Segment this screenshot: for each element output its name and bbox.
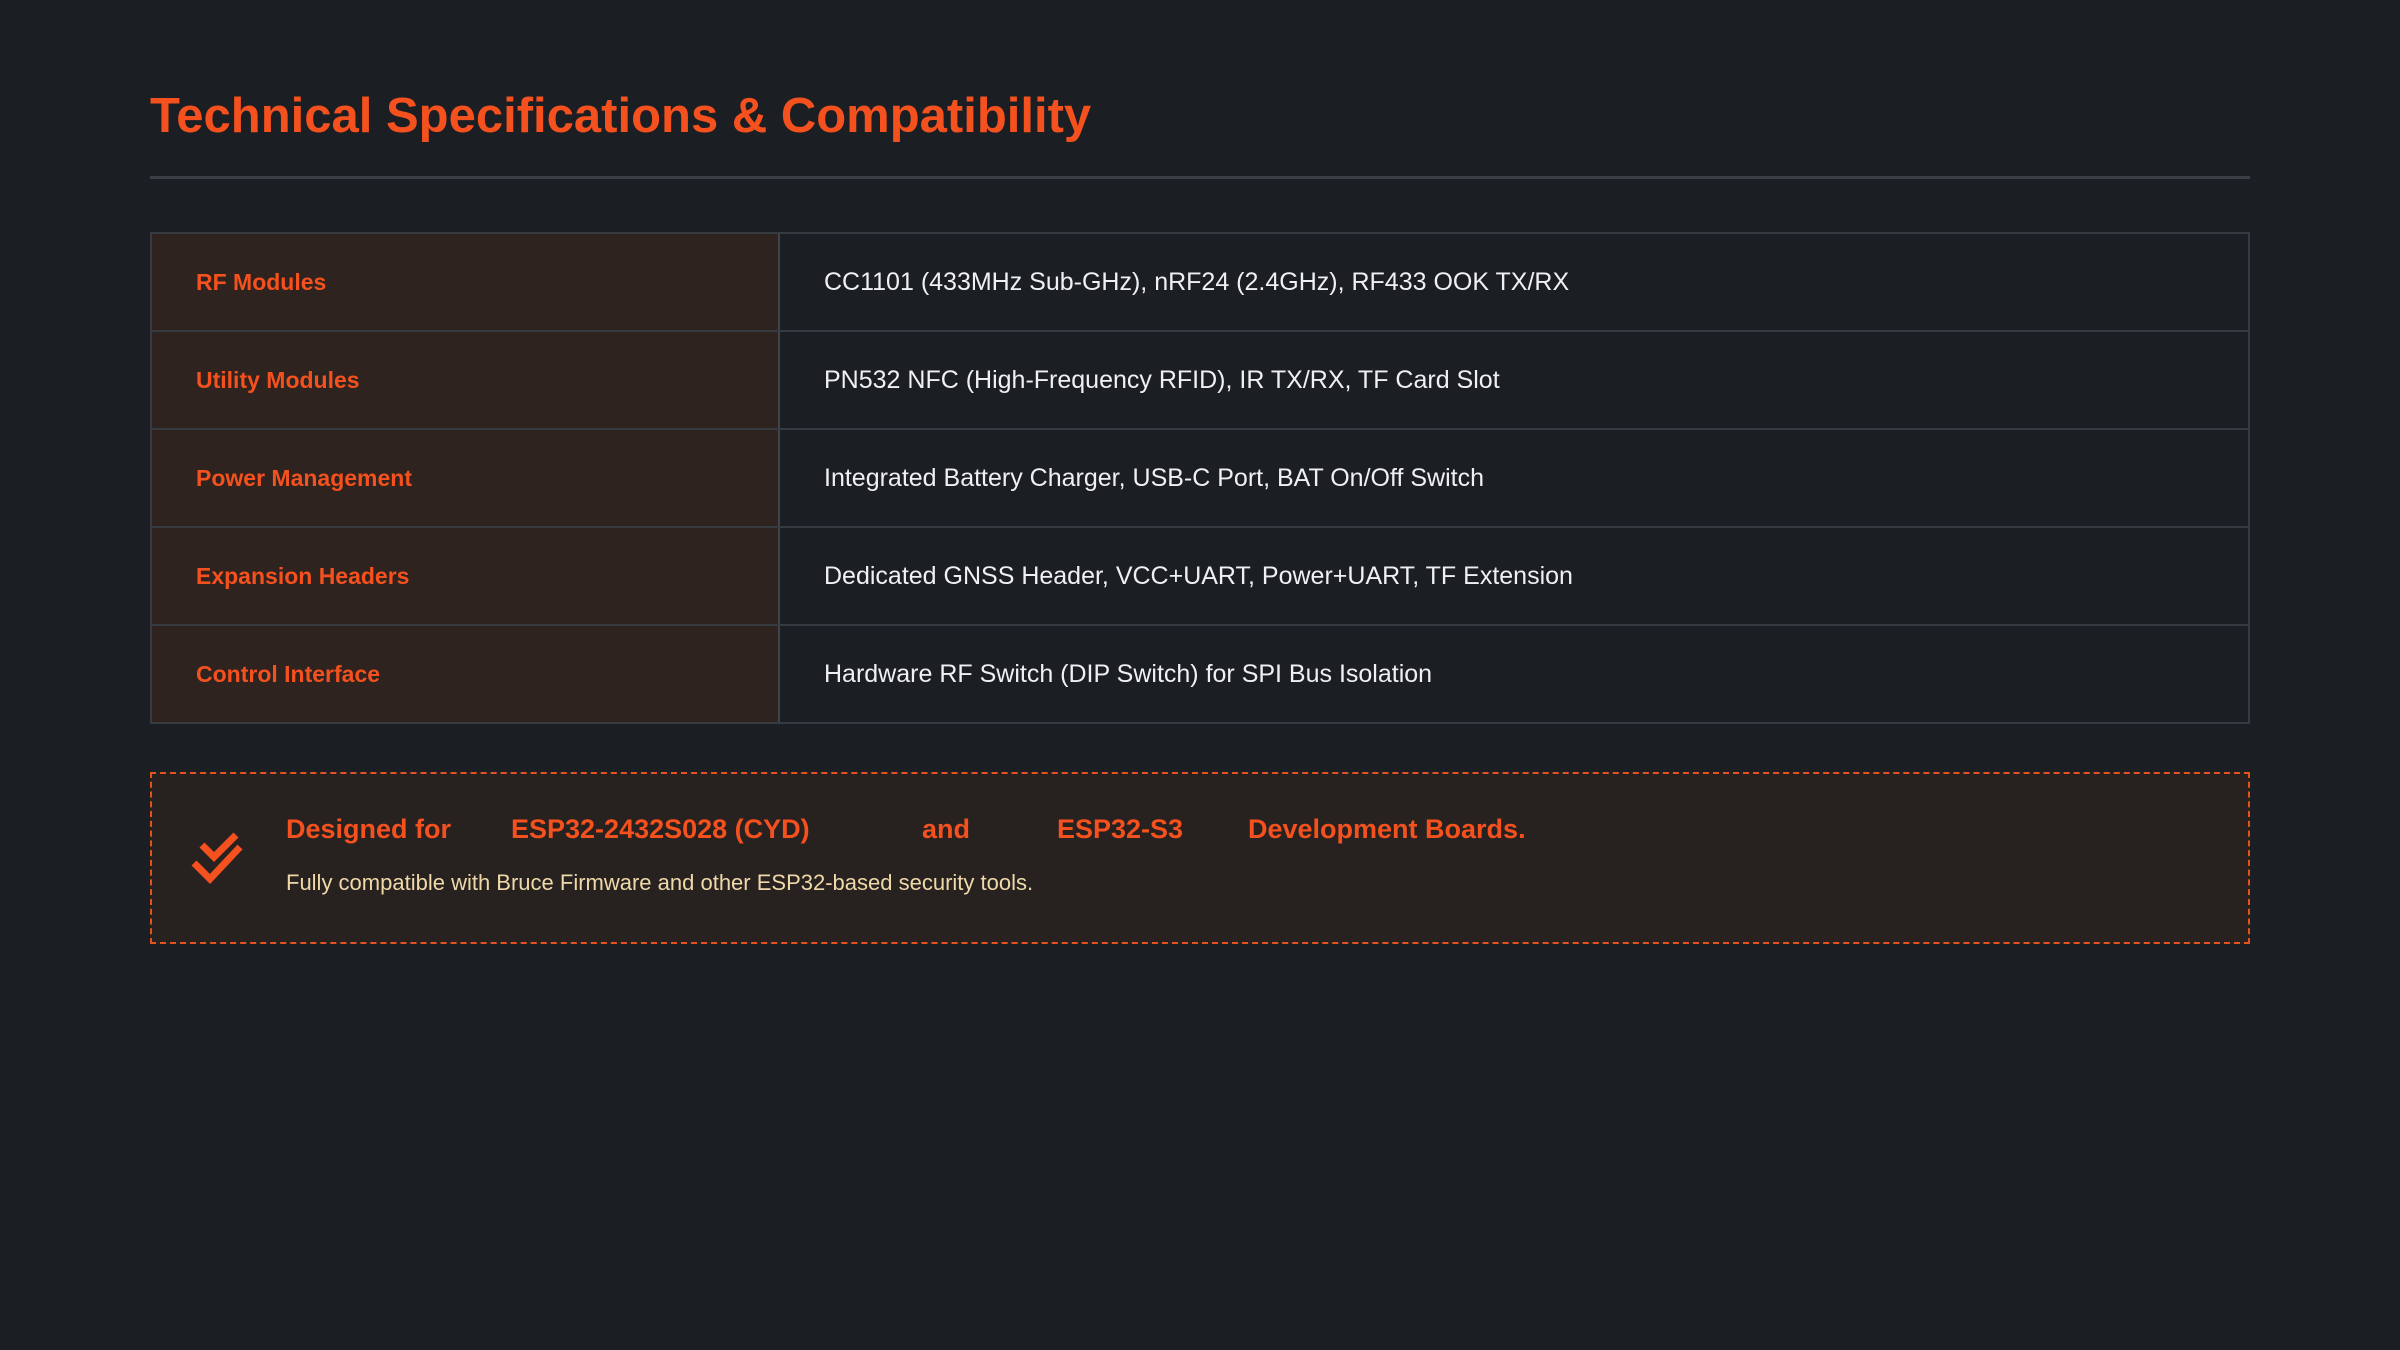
headline-conjunction: and (922, 814, 971, 844)
spec-value: PN532 NFC (High-Frequency RFID), IR TX/R… (824, 365, 1500, 394)
board-name: ESP32-S3 (1057, 814, 1184, 844)
spec-value: Dedicated GNSS Header, VCC+UART, Power+U… (824, 561, 1573, 590)
title-divider (150, 176, 2250, 179)
double-check-icon (191, 832, 243, 885)
spec-table: RF Modules CC1101 (433MHz Sub-GHz), nRF2… (150, 232, 2250, 724)
spec-row: Power Management Integrated Battery Char… (152, 430, 2248, 528)
spec-row: Expansion Headers Dedicated GNSS Header,… (152, 528, 2248, 626)
spec-row: Utility Modules PN532 NFC (High-Frequenc… (152, 332, 2248, 430)
spec-label: Expansion Headers (152, 528, 780, 624)
spec-label: RF Modules (152, 234, 780, 330)
page-title: Technical Specifications & Compatibility (150, 89, 1092, 143)
compatibility-callout: Designed for ESP32-2432S028 (CYD) and ES… (150, 772, 2250, 944)
spec-label: Utility Modules (152, 332, 780, 428)
compatibility-subtext: Fully compatible with Bruce Firmware and… (286, 870, 1034, 895)
headline-prefix: Designed for (286, 814, 452, 844)
spec-page: Technical Specifications & Compatibility… (150, 86, 2250, 944)
spec-label: Power Management (152, 430, 780, 526)
spec-value: CC1101 (433MHz Sub-GHz), nRF24 (2.4GHz),… (824, 267, 1570, 296)
compatibility-headline: Designed for ESP32-2432S028 (CYD) and ES… (286, 814, 2186, 850)
board-name: ESP32-2432S028 (CYD) (511, 814, 810, 844)
spec-label: Control Interface (152, 626, 780, 722)
spec-value: Hardware RF Switch (DIP Switch) for SPI … (824, 659, 1433, 688)
spec-value: Integrated Battery Charger, USB-C Port, … (824, 463, 1484, 492)
headline-suffix: Development Boards. (1248, 814, 1526, 844)
spec-row: Control Interface Hardware RF Switch (DI… (152, 626, 2248, 722)
spec-row: RF Modules CC1101 (433MHz Sub-GHz), nRF2… (152, 234, 2248, 332)
